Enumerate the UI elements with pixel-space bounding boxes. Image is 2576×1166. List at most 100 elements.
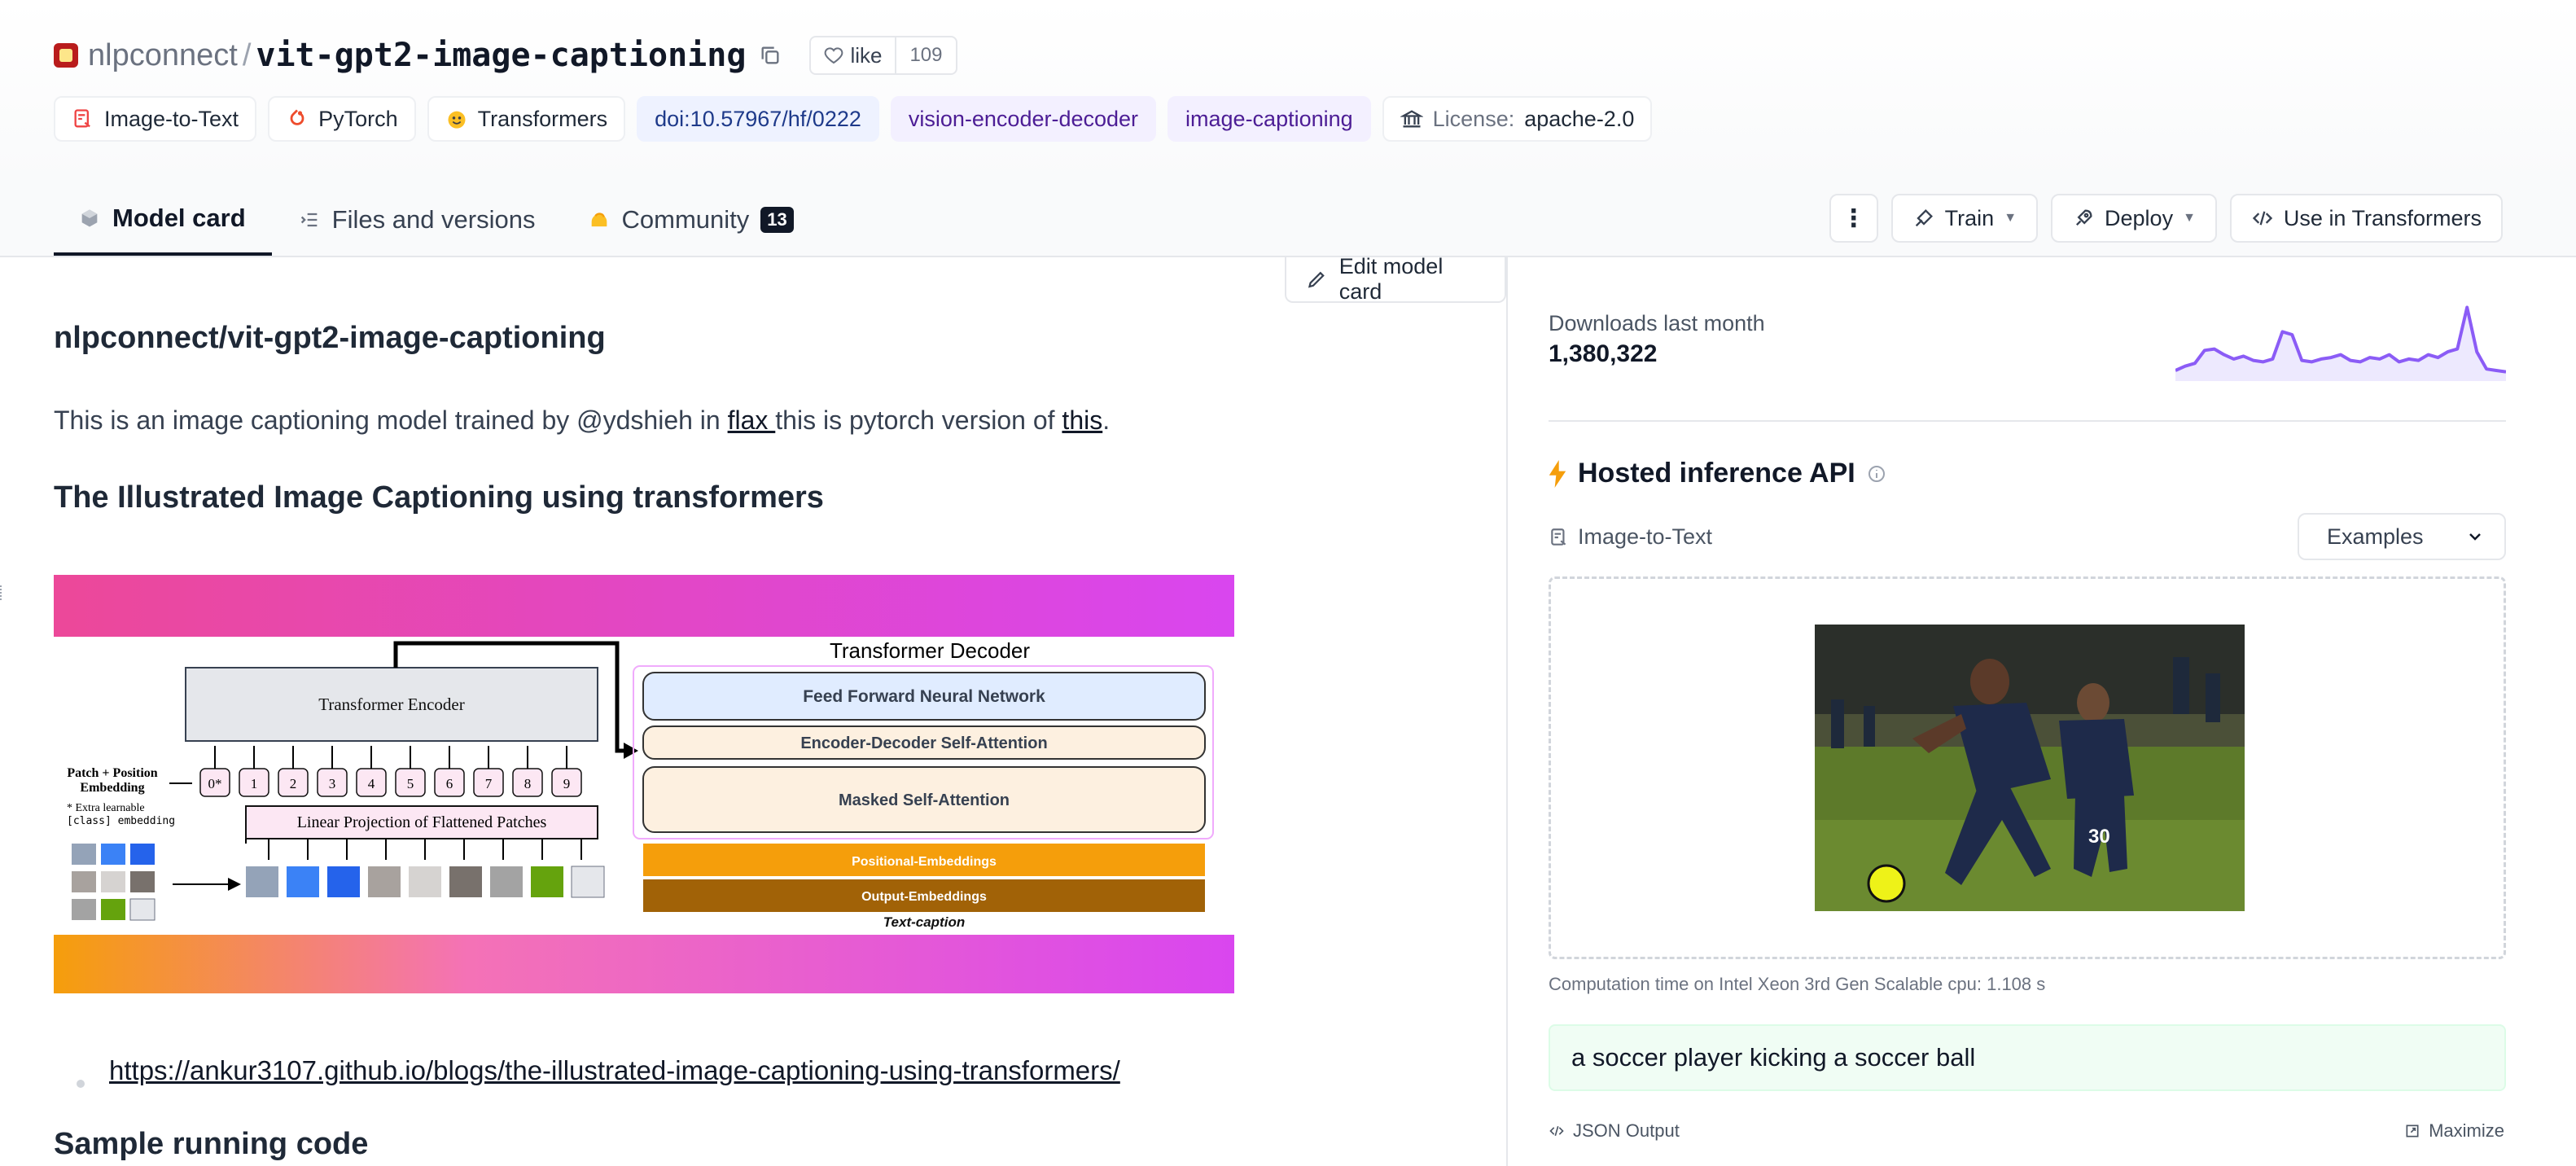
like-button[interactable]: like 109 <box>809 36 957 75</box>
extra-label-2: [class] embedding <box>67 815 175 827</box>
output-embeddings-label: Output-Embeddings <box>861 890 987 904</box>
copy-icon[interactable] <box>759 44 782 67</box>
cube-icon <box>81 209 98 227</box>
architecture-svg: Transformer Encoder 0* 1 2 3 4 5 6 7 8 9… <box>54 575 1234 993</box>
heart-icon <box>825 47 843 64</box>
inference-output: a soccer player kicking a soccer ball <box>1549 1024 2506 1091</box>
tag-image-to-text[interactable]: Image-to-Text <box>54 96 257 142</box>
token-label: 3 <box>329 776 336 791</box>
path-separator: / <box>242 37 252 72</box>
tab-bar: Model card Files and versions Community … <box>54 184 820 257</box>
like-label: like <box>850 42 883 68</box>
maximize-button[interactable]: Maximize <box>2404 1120 2504 1142</box>
token-label: 6 <box>446 776 453 791</box>
pytorch-icon <box>290 109 304 125</box>
section-marker <box>0 585 3 600</box>
tag-label: Transformers <box>477 106 608 131</box>
token-label: 2 <box>290 776 297 791</box>
train-button[interactable]: Train ▼ <box>1890 194 2039 243</box>
tag-license[interactable]: License: apache-2.0 <box>1382 96 1653 142</box>
tag-image-captioning[interactable]: image-captioning <box>1168 96 1371 142</box>
tab-community[interactable]: Community 13 <box>562 184 820 256</box>
rocket-icon <box>2076 209 2092 226</box>
train-label: Train <box>1944 205 1995 230</box>
image-dropzone[interactable]: 30 <box>1549 576 2506 959</box>
code-icon <box>1549 1125 1564 1137</box>
use-label: Use in Transformers <box>2283 205 2482 230</box>
org-avatar[interactable] <box>54 43 78 68</box>
divider <box>1549 420 2506 422</box>
downloads-sparkline <box>2175 305 2506 381</box>
examples-dropdown[interactable]: Examples <box>2298 513 2506 560</box>
sidebar: Downloads last month 1,380,322 Hosted in… <box>1506 257 2576 1166</box>
edit-label: Edit model card <box>1338 254 1444 304</box>
license-prefix: License: <box>1432 106 1515 131</box>
ffn-label: Feed Forward Neural Network <box>803 687 1045 706</box>
intro-text-end: . <box>1102 405 1111 435</box>
projection-label: Linear Projection of Flattened Patches <box>297 813 547 831</box>
community-icon <box>591 213 607 227</box>
image-to-text-icon <box>1551 528 1566 546</box>
illustrated-heading: The Illustrated Image Captioning using t… <box>54 480 824 515</box>
jersey-number: 30 <box>2088 826 2110 848</box>
flax-link[interactable]: flax <box>728 405 776 435</box>
tag-doi[interactable]: doi:10.57967/hf/0222 <box>637 96 879 142</box>
blog-link[interactable]: https://ankur3107.github.io/blogs/the-il… <box>109 1055 1120 1086</box>
sample-code-heading: Sample running code <box>54 1127 369 1161</box>
image-to-text-icon <box>74 109 90 128</box>
tag-transformers[interactable]: Transformers <box>427 96 626 142</box>
chevron-down-icon <box>2469 533 2481 541</box>
downloads-count: 1,380,322 <box>1549 340 1658 367</box>
maximize-icon <box>2406 1124 2419 1138</box>
uploaded-image: 30 <box>1815 625 2245 911</box>
model-heading: nlpconnect/vit-gpt2-image-captioning <box>54 321 606 355</box>
examples-label: Examples <box>2327 524 2424 549</box>
tab-files-and-versions[interactable]: Files and versions <box>272 184 562 256</box>
more-icon: ⋮ <box>1841 204 1866 232</box>
bank-icon <box>1400 110 1423 128</box>
patch-label-1: Patch + Position <box>67 766 157 780</box>
tag-label: PyTorch <box>318 106 398 131</box>
deploy-button[interactable]: Deploy ▼ <box>2051 194 2217 243</box>
tab-label: Model card <box>112 204 246 232</box>
decoder-title: Transformer Decoder <box>830 638 1030 663</box>
positional-embeddings-label: Positional-Embeddings <box>852 855 997 869</box>
hosted-inference-title: Hosted inference API <box>1549 458 1886 489</box>
tag-label: vision-encoder-decoder <box>908 106 1139 131</box>
like-count: 109 <box>895 37 955 73</box>
this-link[interactable]: this <box>1062 405 1102 435</box>
tag-vision-encoder-decoder[interactable]: vision-encoder-decoder <box>890 96 1157 142</box>
tab-model-card[interactable]: Model card <box>54 184 272 256</box>
intro-text: This is an image captioning model traine… <box>54 405 728 435</box>
train-icon <box>1915 209 1933 227</box>
use-in-transformers-button[interactable]: Use in Transformers <box>2229 194 2503 243</box>
json-output-label: JSON Output <box>1573 1120 1680 1141</box>
tag-pytorch[interactable]: PyTorch <box>268 96 416 142</box>
pencil-icon <box>1308 271 1325 288</box>
more-options-button[interactable]: ⋮ <box>1829 194 1878 243</box>
token-label: 0* <box>208 776 222 791</box>
tag-list: Image-to-Text PyTorch Transformers doi:1… <box>54 96 1653 142</box>
org-name[interactable]: nlpconnect <box>88 38 238 73</box>
license-value: apache-2.0 <box>1524 106 1635 131</box>
json-output-button[interactable]: JSON Output <box>1549 1120 1680 1142</box>
repo-name[interactable]: vit-gpt2-image-captioning <box>256 37 746 74</box>
info-icon[interactable] <box>1867 464 1886 484</box>
sparkline-area <box>2175 307 2506 381</box>
soccer-photo: 30 <box>1815 625 2245 911</box>
task-type: Image-to-Text <box>1549 524 1712 550</box>
token-label: 8 <box>524 776 532 791</box>
text-caption-label: Text-caption <box>883 914 965 930</box>
token-label: 1 <box>251 776 258 791</box>
encoder-label: Transformer Encoder <box>318 695 464 714</box>
files-icon <box>300 213 317 227</box>
intro-text-middle: this is pytorch version of <box>775 405 1062 435</box>
hosted-inference-label: Hosted inference API <box>1578 458 1855 489</box>
action-buttons: ⋮ Train ▼ Deploy ▼ Use in Transformers <box>1829 194 2503 243</box>
token-label: 9 <box>563 776 571 791</box>
maximize-label: Maximize <box>2429 1120 2504 1141</box>
tag-label: Image-to-Text <box>104 106 239 131</box>
edit-model-card-button[interactable]: Edit model card <box>1285 254 1506 304</box>
cross-attention-label: Encoder-Decoder Self-Attention <box>800 734 1047 752</box>
tag-label: image-captioning <box>1185 106 1353 131</box>
